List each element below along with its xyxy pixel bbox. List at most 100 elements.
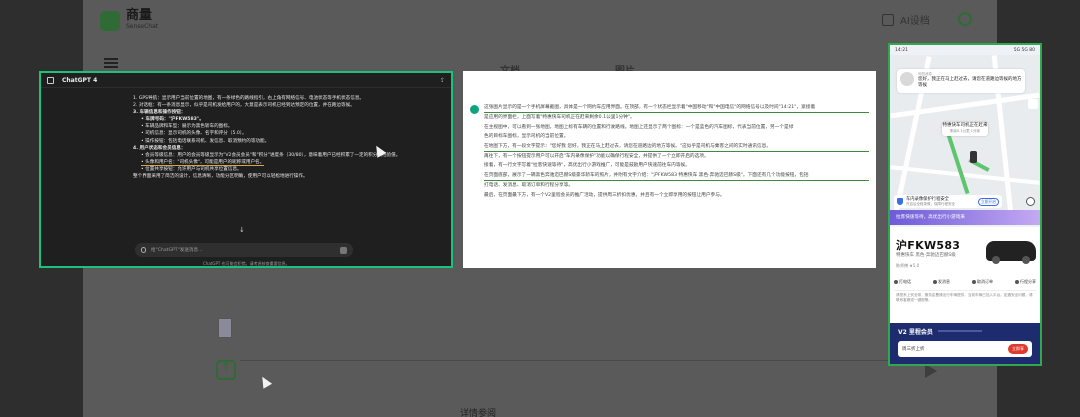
chatgpt-response-line: 2. 对话框：有一条消息显示，似乎是司机发给用户的，大意是表示司机已经到达预定的… <box>133 102 403 109</box>
arriving-distance: 剩余0.1公里 1分钟 <box>950 128 980 133</box>
phone-icon <box>894 280 898 284</box>
vip-title: V2 里程会员 <box>898 329 933 336</box>
upload-icon[interactable] <box>216 360 236 380</box>
vip-promo[interactable]: V2 里程会员 周三折上折 立即享 <box>890 323 1040 364</box>
app-logo[interactable]: 商量 SenseChat <box>100 9 159 32</box>
recording-protection-bar[interactable]: 车内录像保护行程安全 开启后全程录像，保障行程安全 立即开启 <box>894 195 1002 208</box>
vip-claim-button[interactable]: 立即享 <box>1008 344 1028 354</box>
protection-title: 车内录像保护行程安全 <box>906 196 949 202</box>
analysis-line: 打电话、发消息、取消订单和行程分享等。 <box>484 183 574 189</box>
chatgpt-line-text: • 操作按钮：包括电话联系司机、发信息、取消预约的等功能。 <box>141 138 270 144</box>
file-thumbnail-icon[interactable] <box>218 318 232 338</box>
protection-subtitle: 开启后全程录像，保障行程安全 <box>906 201 955 206</box>
chatgpt-response-line: • 操作按钮：包括电话联系司机、发信息、取消预约的等功能。 <box>133 138 403 145</box>
new-chat-icon[interactable] <box>47 76 54 84</box>
chatgpt-input-placeholder: 给"ChatGPT"发送消息… <box>151 248 203 253</box>
analysis-line: 在页面底部，展示了一辆黑色奔驰迈巴赫S级豪华轿车的照片，并附有文字介绍："沪FK… <box>484 171 869 182</box>
send-icon[interactable] <box>925 364 937 378</box>
ride-action-label: 打电话 <box>899 279 911 284</box>
ride-action-label: 行程分享 <box>1020 279 1036 284</box>
chatgpt-response-line: • 司机信息：显示司机的头像、名字和评分（5.0）。 <box>133 130 403 137</box>
message-icon <box>933 280 937 284</box>
chatgpt-response-line: • 位置共享按钮：允许用户与司机共享位置信息。 <box>133 166 403 173</box>
ride-action-button[interactable]: 打电话 <box>894 279 911 285</box>
chatgpt-titlebar: ChatGPT 4 ⇪ <box>41 73 451 88</box>
chatgpt-line-text: • 位置共享按钮：允许用户与司机共享位置信息。 <box>141 166 242 172</box>
analysis-line: 这张图片显示的是一个手机屏幕截图，具体是一个网约车应用界面。在顶部，有一个状态栏… <box>484 103 869 114</box>
avatar-icon[interactable] <box>958 12 972 26</box>
assistant-avatar-icon <box>470 105 479 114</box>
car-marker-icon <box>970 151 977 163</box>
chatgpt-response-line: • 头像和用户名："司机头像"，可能是用户的昵称或用户名。 <box>133 159 403 166</box>
chatgpt-response-line: • 车辆品牌和车型：展示为黑色轿车的图标。 <box>133 123 403 130</box>
locate-icon[interactable] <box>1026 197 1035 206</box>
logo-subtitle: SenseChat <box>126 23 159 30</box>
driver-message-bubble[interactable]: 司机消息 您好，我正在马上赶过去，请您在道路边等候的地方等候 <box>897 69 1025 93</box>
chatgpt-line-text: • 车辆品牌和车型：展示为黑色轿车的图标。 <box>141 124 233 130</box>
share-icon[interactable]: ⇪ <box>440 77 445 84</box>
chatgpt-input[interactable]: 给"ChatGPT"发送消息… <box>135 243 353 257</box>
send-icon[interactable] <box>340 246 347 254</box>
car-image <box>986 241 1036 264</box>
vip-offer-text: 周三折上折 <box>902 347 925 352</box>
status-signal: 5G 5G 80 <box>1013 47 1035 53</box>
ride-action-button[interactable]: 发消息 <box>933 279 950 285</box>
chatgpt-line-text: 整个界面采用了简洁的设计，信息清晰，功能分区明确，使用户可以轻松地进行操作。 <box>133 174 308 180</box>
chatgpt-disclaimer: ChatGPT 也可能会犯错。请考虑核查重要信息。 <box>203 261 290 266</box>
analysis-text: 这张图片显示的是一个手机屏幕截图，具体是一个网约车应用界面。在顶部，有一个状态栏… <box>484 103 869 200</box>
chatgpt-panel: ChatGPT 4 ⇪ 1. GPS导航：显示用户当前位置的地图，有一条绿色的路… <box>39 71 453 268</box>
car-model: 特惠快车 黑色·奔驰迈巴赫S级 <box>896 253 956 258</box>
ride-action-label: 发消息 <box>938 279 950 284</box>
attach-icon[interactable] <box>141 247 146 253</box>
analysis-line: 最后，在页面最下方，有一个V2里程会员的推广活动，提供周三折扣优惠，并且有一个立… <box>484 192 725 198</box>
user-label: AI设档 <box>900 16 930 27</box>
vip-progress-bar <box>938 330 982 332</box>
logo-text: 商量 SenseChat <box>126 9 159 32</box>
chatgpt-line-text: 3. 车辆信息和操作按钮： <box>133 110 186 116</box>
chatgpt-response-line: • 会员等级信息：用户的会员等级显示为"V2会员会员"和"积分"进度条（30/8… <box>133 152 403 159</box>
scroll-down-icon[interactable]: ↓ <box>239 226 245 234</box>
ride-action-button[interactable]: 行程分享 <box>1015 279 1036 285</box>
analysis-line: 再往下，有一个按钮提示用户可以开启"车内录像保护"功能以确保行程安全，并提供了一… <box>484 154 709 160</box>
message-text: 您好，我正在马上赶过去，请您在道路边等候的地方等候 <box>918 77 1022 88</box>
analysis-line: 在主视图中，可以看到一张地图，地图上标有车辆的位置和行驶路线。地图上还显示了两个… <box>484 124 794 130</box>
promo-banner[interactable]: 拉客快速等待，高优出行小游戏来 <box>890 210 1040 225</box>
ride-actions: 打电话 发消息 取消订单 行程分享 <box>894 279 1036 285</box>
chatgpt-response-line: • 车牌号码："沪FKW583"。 <box>133 116 403 123</box>
background-input-bar[interactable] <box>240 360 940 382</box>
ride-action-button[interactable]: 取消订单 <box>972 279 993 285</box>
chatgpt-line-text: • 头像和用户名："司机头像"，可能是用户的昵称或用户名。 <box>141 159 265 166</box>
chatgpt-model-title[interactable]: ChatGPT 4 <box>62 77 97 84</box>
status-time: 14:21 <box>895 47 908 53</box>
ride-app-screenshot: 14:21 5G 5G 80 司机消息 您好，我正在马上赶过去，请您在道路边等候… <box>888 43 1042 366</box>
arriving-title: 特惠快车司机正在赶来 <box>942 123 988 128</box>
status-bar: 14:21 5G 5G 80 <box>890 45 1040 55</box>
user-menu[interactable]: AI设档 <box>882 12 930 27</box>
chatgpt-response: 1. GPS导航：显示用户当前位置的地图，有一条绿色的路线指引，右上角有网络信号… <box>133 95 403 180</box>
chatgpt-line-text: 2. 对话框：有一条消息显示，似乎是司机发给用户的，大意是表示司机已经到达预定的… <box>133 103 355 109</box>
driver-arriving-tag: 特惠快车司机正在赶来 剩余0.1公里 1分钟 <box>942 122 988 136</box>
logo-icon <box>100 11 120 31</box>
chatgpt-response-line: 整个界面采用了简洁的设计，信息清晰，功能分区明确，使用户可以轻松地进行操作。 <box>133 173 403 180</box>
shield-icon <box>897 198 903 205</box>
safety-notice: 请您系上安全带，服务由曹操出行车辆提供，当前车辆已加入平台。如遇安全问题，请联系… <box>896 293 1033 302</box>
chatgpt-response-line: 1. GPS导航：显示用户当前位置的地图，有一条绿色的路线指引，右上角有网络信号… <box>133 95 403 102</box>
enable-protection-button[interactable]: 立即开启 <box>977 197 999 206</box>
analysis-panel: 这张图片显示的是一个手机屏幕截图，具体是一个网约车应用界面。在顶部，有一个状态栏… <box>463 71 876 268</box>
cancel-icon <box>972 280 976 284</box>
background-footer: 详情参阅 <box>460 409 497 417</box>
driver-avatar <box>900 72 914 86</box>
doc-icon <box>882 13 894 26</box>
driver-rating: 陈师傅 ★5.0 <box>896 263 920 268</box>
analysis-line: 接着，有一行文字写着"拉客快速等待"，高优出行小游戏推广，可能是鼓励用户快速前往… <box>484 163 690 169</box>
divider <box>894 290 1036 291</box>
license-plate: 沪FKW583 <box>896 239 961 252</box>
chatgpt-response-line: 4. 用户状态和会员信息： <box>133 145 403 152</box>
vip-offer-row[interactable]: 周三折上折 立即享 <box>898 341 1032 357</box>
share-icon <box>1015 280 1019 284</box>
map-view[interactable]: 司机消息 您好，我正在马上赶过去，请您在道路边等候的地方等候 特惠快车司机正在赶… <box>890 55 1040 213</box>
chatgpt-line-text: • 会员等级信息：用户的会员等级显示为"V2会员会员"和"积分"进度条（30/8… <box>141 152 401 158</box>
game-badge-icon[interactable] <box>1028 99 1038 109</box>
menu-icon[interactable] <box>104 58 118 68</box>
chatgpt-line-text: • 司机信息：显示司机的头像、名字和评分（5.0）。 <box>141 131 247 137</box>
